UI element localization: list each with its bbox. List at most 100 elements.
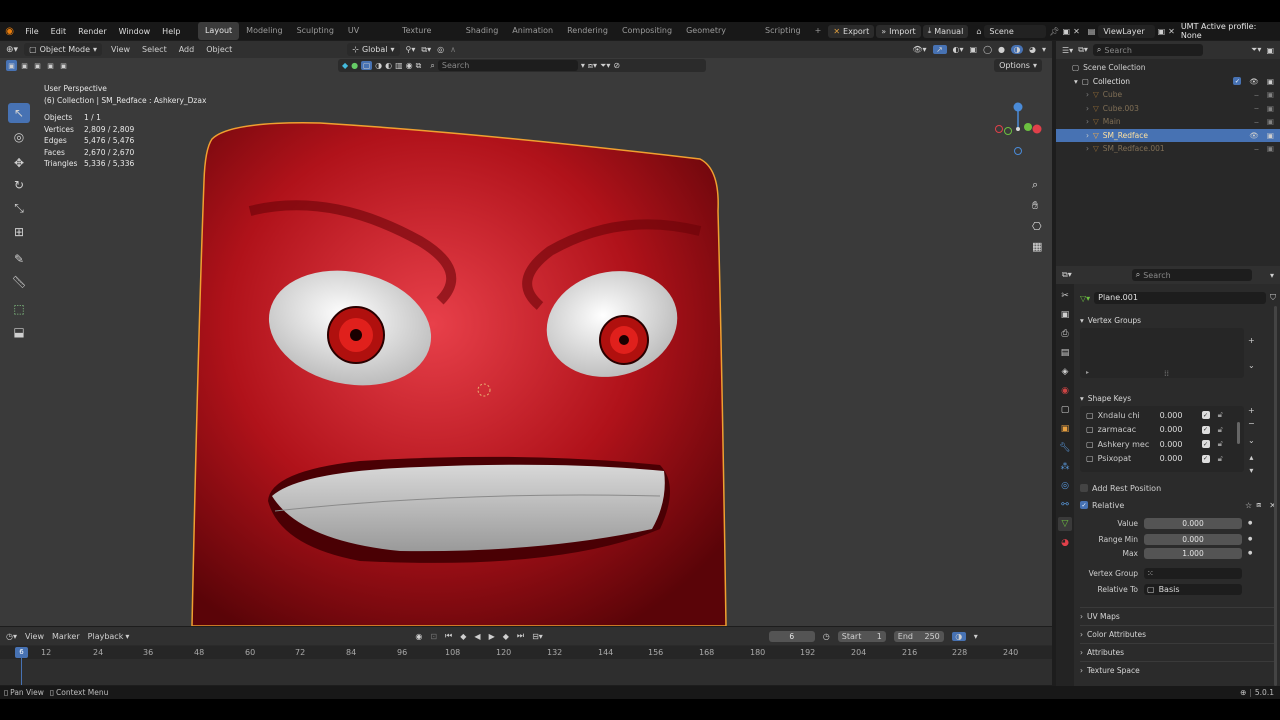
workspace-tab-rendering[interactable]: Rendering <box>560 22 615 40</box>
workspace-tab-modeling[interactable]: Modeling <box>239 22 289 40</box>
remove-scene-icon[interactable]: ✕ <box>1073 27 1080 36</box>
keyframe-dot-icon[interactable]: ● <box>1248 536 1252 542</box>
data-tab-icon[interactable]: ▽ <box>1058 517 1072 531</box>
keying-icon[interactable]: ⊡ <box>430 632 437 641</box>
lock-icon[interactable]: 🔓︎ <box>1218 454 1223 464</box>
record-icon[interactable]: ◉ <box>415 632 422 641</box>
output-tab-icon[interactable]: ⎙ <box>1058 327 1072 341</box>
scene-selector[interactable]: Scene <box>984 24 1047 38</box>
vertex-groups-list[interactable]: ⁞⁞ ▸ <box>1080 328 1244 378</box>
eye-closed-icon[interactable]: ⌣ <box>1254 117 1259 127</box>
timeline-menu-marker[interactable]: Marker <box>52 632 80 641</box>
collection-tab-icon[interactable]: ▢ <box>1058 403 1072 417</box>
shape-keys-list[interactable]: ▢ Xndalu chi 0.000 ✓ 🔓︎ ▢ zarmacac 0.000 ✓ 🔓︎ ▢ A… <box>1080 406 1244 472</box>
move-down-icon[interactable]: ▾ <box>1248 466 1255 475</box>
list-resize-handle-icon[interactable]: ⁞⁞ <box>1164 369 1169 378</box>
3d-viewport[interactable]: ⊕▾ ▢ Object Mode ▾ View Select Add Object … <box>0 41 1052 626</box>
shape-key-mute-checkbox[interactable]: ✓ <box>1201 411 1210 420</box>
outliner-item-selected[interactable]: › ▽ SM_Redface 👁︎ ▣ <box>1056 128 1280 142</box>
gizmo-neg-y-handle[interactable] <box>1004 127 1012 135</box>
eye-closed-icon[interactable]: ⌣ <box>1254 144 1259 154</box>
frame-ruler[interactable] <box>0 646 1052 659</box>
attributes-panel-header[interactable]: › Attributes <box>1080 643 1276 661</box>
viewlayer-icon[interactable]: ▤ <box>1088 27 1096 36</box>
texture-space-panel-header[interactable]: › Texture Space <box>1080 661 1276 679</box>
lock-icon[interactable]: 🔓︎ <box>1218 410 1223 420</box>
zoom-icon[interactable]: ⌕ <box>1032 178 1038 191</box>
pin-icon[interactable]: 📌︎ <box>1049 27 1059 36</box>
shape-key-value[interactable]: 0.000 <box>1160 425 1198 434</box>
view-layer-tab-icon[interactable]: ▤ <box>1058 346 1072 360</box>
timeline-tracks[interactable] <box>0 659 1052 685</box>
keyframe-type-icon[interactable]: ⊟▾ <box>532 632 543 641</box>
workspace-tab-compositing[interactable]: Compositing <box>615 22 679 40</box>
shape-key-row[interactable]: ▢ Xndalu chi 0.000 ✓ 🔓︎ <box>1080 408 1244 423</box>
workspace-tab-animation[interactable]: Animation <box>505 22 560 40</box>
timeline-menu-view[interactable]: View <box>25 632 44 641</box>
move-up-icon[interactable]: ▴ <box>1248 453 1255 462</box>
workspace-tab-scripting[interactable]: Scripting <box>758 22 808 40</box>
gizmo-z-handle[interactable] <box>1013 102 1023 112</box>
chevron-down-icon[interactable]: ▾ <box>974 632 978 641</box>
gizmo-neg-z-handle[interactable] <box>1014 147 1022 155</box>
scene-icon[interactable]: ⌂ <box>976 27 981 36</box>
menu-window[interactable]: Window <box>113 27 157 36</box>
menu-render[interactable]: Render <box>72 27 112 36</box>
menu-edit[interactable]: Edit <box>45 27 73 36</box>
preview-range-icon[interactable]: ◷ <box>823 632 830 641</box>
edit-mode-icon[interactable]: ⧈ <box>1256 500 1261 510</box>
chevron-down-icon[interactable]: ▾ <box>1270 271 1274 280</box>
remove-shape-key-icon[interactable]: − <box>1248 419 1255 428</box>
properties-scrollbar[interactable] <box>1274 306 1277 686</box>
add-shape-key-icon[interactable]: + <box>1248 406 1255 415</box>
outliner-item[interactable]: › ▽ Cube.003 ⌣ ▣ <box>1056 102 1280 116</box>
outliner-item[interactable]: › ▽ Cube ⌣ ▣ <box>1056 88 1280 102</box>
outliner-item[interactable]: › ▽ SM_Redface.001 ⌣ ▣ <box>1056 142 1280 156</box>
camera-icon[interactable]: ▣ <box>1267 77 1274 86</box>
editor-type-icon[interactable]: ☰▾ <box>1062 46 1073 55</box>
fake-user-shield-icon[interactable]: ⛉ <box>1270 293 1276 303</box>
display-mode-icon[interactable]: ⧉▾ <box>1078 45 1088 55</box>
menu-file[interactable]: File <box>19 27 44 36</box>
viewlayer-selector[interactable]: ViewLayer <box>1098 24 1155 38</box>
navigation-gizmo[interactable]: ⌕ ✋︎ ⎔ ▦ <box>990 99 1046 259</box>
keyframe-dot-icon[interactable]: ● <box>1248 520 1252 526</box>
clock-icon[interactable]: ◷▾ <box>6 632 17 641</box>
outliner-search-input[interactable]: ⌕ Search <box>1092 44 1203 56</box>
shape-key-row[interactable]: ▢ Psixopat 0.000 ✓ 🔓︎ <box>1080 452 1244 467</box>
shape-key-value[interactable]: 0.000 <box>1160 411 1198 420</box>
timeline-overlay-icon[interactable]: ◑ <box>951 631 966 641</box>
particles-tab-icon[interactable]: ⁂ <box>1058 460 1072 474</box>
shape-key-row[interactable]: ▢ Ashkery mec 0.000 ✓ 🔓︎ <box>1080 437 1244 452</box>
constraints-tab-icon[interactable]: ⚯ <box>1058 498 1072 512</box>
camera-icon[interactable]: ▣ <box>1267 144 1274 153</box>
lock-icon[interactable]: 🔓︎ <box>1218 425 1223 435</box>
orthographic-toggle-icon[interactable]: ▦ <box>1032 240 1042 253</box>
chevron-right-icon[interactable]: › <box>1086 104 1089 113</box>
vertex-group-field[interactable]: ⁙ <box>1144 567 1242 579</box>
outliner-collection[interactable]: ▾ ▢ Collection ✓ 👁︎ ▣ <box>1056 75 1280 89</box>
new-collection-icon[interactable]: ▣ <box>1266 46 1274 55</box>
add-rest-position-checkbox[interactable]: ✓ <box>1080 484 1088 492</box>
shape-key-menu-icon[interactable]: ⌄ <box>1248 436 1255 445</box>
jump-end-icon[interactable]: ⏭ <box>517 631 524 641</box>
shape-key-row[interactable]: ▢ zarmacac 0.000 ✓ 🔓︎ <box>1080 423 1244 438</box>
eye-icon[interactable]: 👁︎ <box>1249 77 1259 86</box>
vertex-groups-panel-header[interactable]: ▾ Vertex Groups <box>1080 312 1276 328</box>
shape-key-mute-checkbox[interactable]: ✓ <box>1201 440 1210 449</box>
jump-next-keyframe-icon[interactable]: ◆ <box>503 632 509 641</box>
pin-star-icon[interactable]: ☆ <box>1245 501 1252 510</box>
chevron-right-icon[interactable]: › <box>1086 117 1089 126</box>
new-scene-icon[interactable]: ▣ <box>1063 27 1071 36</box>
shape-key-mute-checkbox[interactable]: ✓ <box>1201 454 1210 463</box>
camera-icon[interactable]: ▣ <box>1267 104 1274 113</box>
end-frame-field[interactable]: End 250 <box>893 630 944 642</box>
gizmo-y-handle[interactable] <box>1024 123 1032 131</box>
chevron-right-icon[interactable]: › <box>1086 90 1089 99</box>
world-tab-icon[interactable]: ◉ <box>1058 384 1072 398</box>
camera-icon[interactable]: ▣ <box>1267 131 1274 140</box>
vertex-group-menu-icon[interactable]: ⌄ <box>1248 361 1255 370</box>
shape-key-value[interactable]: 0.000 <box>1160 440 1198 449</box>
uv-maps-panel-header[interactable]: › UV Maps <box>1080 607 1276 625</box>
outliner-scene-collection[interactable]: ▢ Scene Collection <box>1056 61 1280 75</box>
